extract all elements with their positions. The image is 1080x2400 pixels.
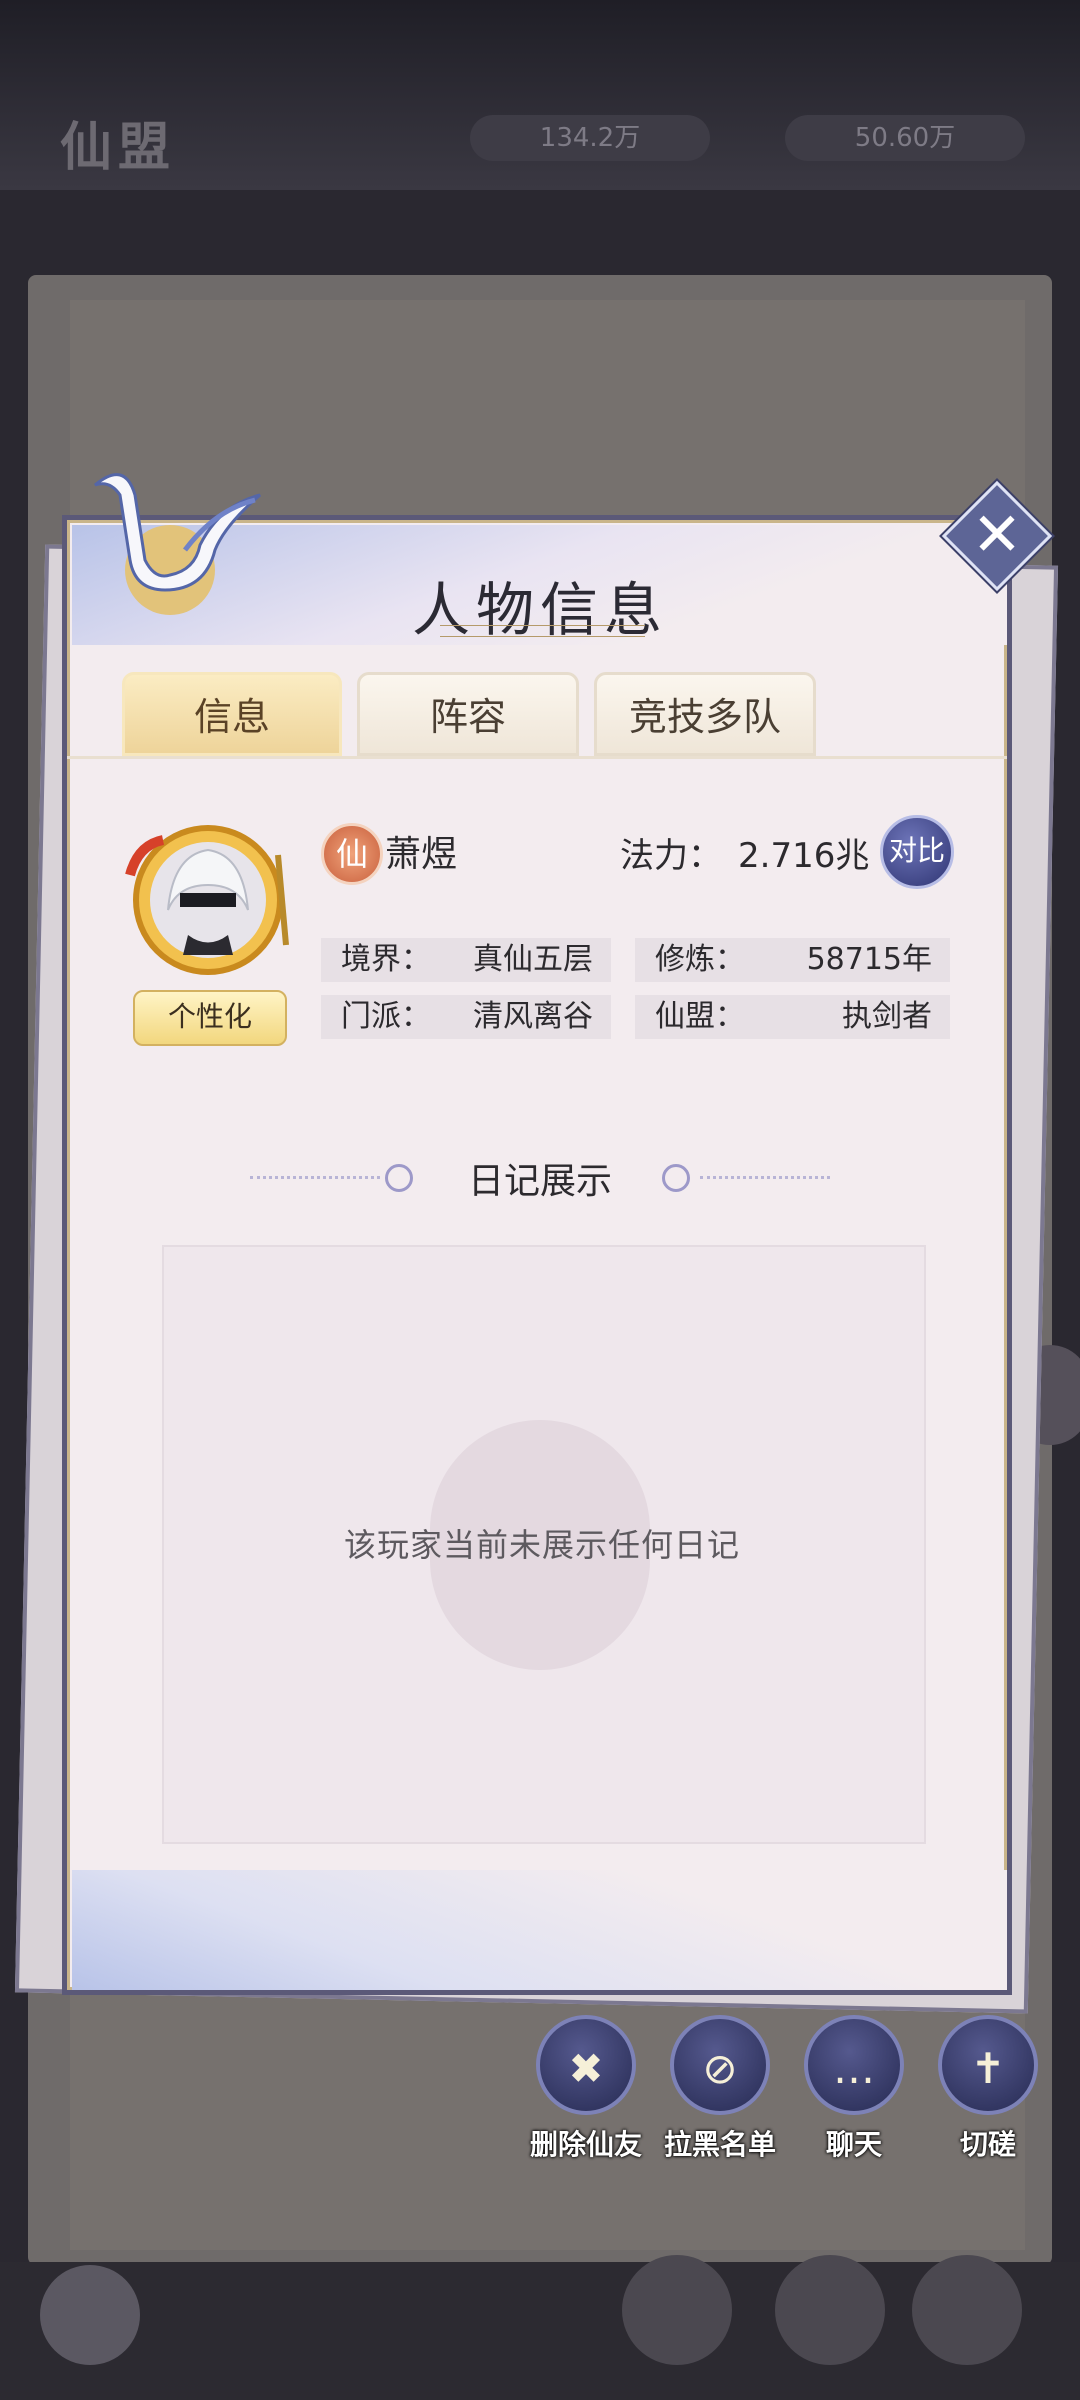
action-label: 删除仙友 — [530, 2128, 643, 2161]
background-button — [775, 2255, 885, 2365]
stat-cultivation: 修炼： 58715年 — [635, 938, 950, 982]
diary-title: 日记展示 — [467, 1161, 612, 1202]
diary-empty-text: 该玩家当前未展示任何日记 — [343, 1526, 740, 1564]
action-label: 拉黑名单 — [664, 2128, 777, 2161]
stat-realm: 境界： 真仙五层 — [321, 938, 611, 982]
stat-key: 仙盟： — [655, 999, 745, 1034]
power-value: 2.716兆 — [738, 836, 870, 876]
stat-value: 清风离谷 — [473, 999, 593, 1034]
remove-friend-icon: ✖ — [536, 2015, 636, 2115]
stat-sect: 门派： 清风离谷 — [321, 995, 611, 1039]
back-icon — [40, 2265, 140, 2365]
power-label: 法力： — [620, 836, 722, 876]
realm-badge: 仙 — [321, 823, 383, 885]
stat-key: 境界： — [341, 942, 431, 977]
chat-icon: … — [804, 2015, 904, 2115]
stat-alliance: 仙盟： 执剑者 — [635, 995, 950, 1039]
background-resource-1: 134.2万 — [470, 115, 710, 161]
block-button[interactable]: ⊘ 拉黑名单 — [664, 2015, 776, 2163]
tab-info[interactable]: 信息 — [122, 672, 342, 756]
tabs-divider — [67, 756, 1007, 759]
tab-lineup[interactable]: 阵容 — [357, 672, 579, 756]
personalize-button[interactable]: 个性化 — [133, 990, 287, 1046]
stat-key: 门派： — [341, 999, 431, 1034]
stat-value: 真仙五层 — [473, 942, 593, 977]
sword-icon: ✝ — [938, 2015, 1038, 2115]
avatar — [125, 825, 289, 975]
background-button — [912, 2255, 1022, 2365]
background-button — [622, 2255, 732, 2365]
title-ornament — [440, 625, 645, 637]
player-name: 萧煜 — [385, 834, 458, 875]
spar-button[interactable]: ✝ 切磋 — [932, 2015, 1044, 2163]
tab-arena-teams[interactable]: 竞技多队 — [594, 672, 816, 756]
block-icon: ⊘ — [670, 2015, 770, 2115]
stat-key: 修炼： — [655, 942, 745, 977]
ornament-icon — [662, 1164, 690, 1192]
compare-button[interactable]: 对比 — [880, 815, 954, 889]
footer-decoration — [72, 1870, 1007, 1990]
background-resource-2: 50.60万 — [785, 115, 1025, 161]
delete-friend-button[interactable]: ✖ 删除仙友 — [530, 2015, 642, 2163]
chat-button[interactable]: … 聊天 — [798, 2015, 910, 2163]
stat-value: 执剑者 — [842, 999, 932, 1034]
action-label: 切磋 — [959, 2128, 1016, 2161]
background-title: 仙盟 — [60, 118, 177, 178]
stat-value: 58715年 — [806, 942, 932, 977]
action-label: 聊天 — [825, 2128, 882, 2161]
diary-divider-right — [700, 1176, 830, 1181]
